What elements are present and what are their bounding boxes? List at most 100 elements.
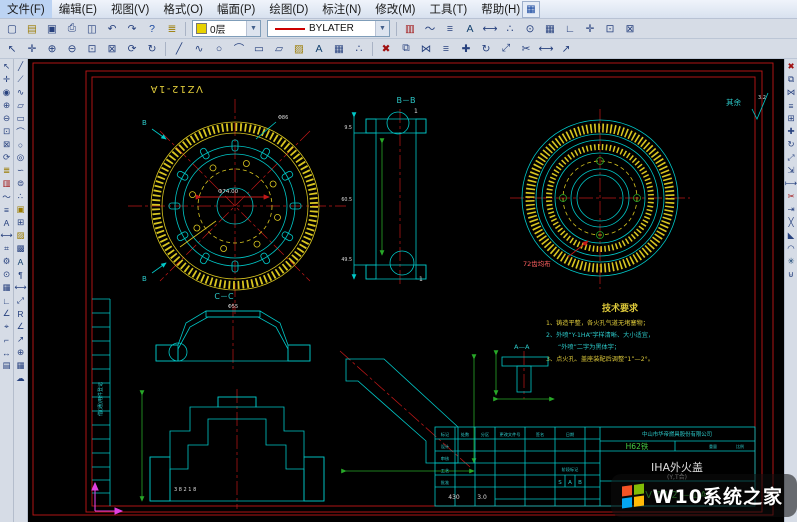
layer-combo[interactable]: 0层 ▼ bbox=[192, 20, 261, 37]
zoom-window-icon[interactable]: ⊡ bbox=[600, 19, 620, 38]
distance-icon[interactable]: ↔ bbox=[0, 346, 13, 359]
break-icon[interactable]: ╳ bbox=[785, 216, 797, 229]
layer-manager-icon[interactable]: ≣ bbox=[162, 19, 182, 38]
menu-modify[interactable]: 修改(M) bbox=[368, 0, 422, 18]
arc-icon[interactable]: ⌒ bbox=[229, 39, 249, 58]
rectangle-icon[interactable]: ▭ bbox=[14, 112, 27, 125]
block-icon[interactable]: ▣ bbox=[14, 203, 27, 216]
redraw-icon[interactable]: ⟳ bbox=[0, 151, 13, 164]
layers-icon[interactable]: ≣ bbox=[0, 164, 13, 177]
select-icon[interactable]: ↖ bbox=[2, 39, 22, 58]
ortho-icon[interactable]: ∟ bbox=[560, 19, 580, 38]
pan-icon[interactable]: ✛ bbox=[22, 39, 42, 58]
zoom-in-icon[interactable]: ⊕ bbox=[42, 39, 62, 58]
polygon-icon[interactable]: ▱ bbox=[269, 39, 289, 58]
regen-icon[interactable]: ↻ bbox=[142, 39, 162, 58]
join-icon[interactable]: ⊍ bbox=[785, 268, 797, 281]
table-icon[interactable]: ▦ bbox=[14, 359, 27, 372]
menu-draw[interactable]: 绘图(D) bbox=[262, 0, 315, 18]
move-icon[interactable]: ✚ bbox=[456, 39, 476, 58]
color-icon[interactable]: ▥ bbox=[0, 177, 13, 190]
units-icon[interactable]: ⌗ bbox=[0, 242, 13, 255]
ucs-icon[interactable]: ⌐ bbox=[0, 333, 13, 346]
rectangle-icon[interactable]: ▭ bbox=[249, 39, 269, 58]
trim-icon[interactable]: ✂ bbox=[516, 39, 536, 58]
polar-icon[interactable]: ∠ bbox=[0, 307, 13, 320]
copy-icon[interactable]: ⧉ bbox=[785, 73, 797, 86]
redo-icon[interactable]: ↷ bbox=[122, 19, 142, 38]
xline-icon[interactable]: ⟋ bbox=[14, 73, 27, 86]
mirror-icon[interactable]: ⋈ bbox=[416, 39, 436, 58]
help-icon[interactable]: ? bbox=[142, 19, 162, 38]
ortho-icon[interactable]: ∟ bbox=[0, 294, 13, 307]
zoom-window-icon[interactable]: ⊡ bbox=[82, 39, 102, 58]
hatch-icon[interactable]: ▨ bbox=[289, 39, 309, 58]
polyline-icon[interactable]: ∿ bbox=[189, 39, 209, 58]
extend-icon[interactable]: ⇥ bbox=[785, 203, 797, 216]
text-icon[interactable]: A bbox=[309, 39, 329, 58]
move-icon[interactable]: ✚ bbox=[785, 125, 797, 138]
erase-icon[interactable]: ✖ bbox=[785, 60, 797, 73]
zoom-extents-icon[interactable]: ⊠ bbox=[620, 19, 640, 38]
chevron-down-icon[interactable]: ▼ bbox=[246, 21, 260, 36]
undo-icon[interactable]: ↶ bbox=[102, 19, 122, 38]
rotate-icon[interactable]: ↻ bbox=[785, 138, 797, 151]
menu-format[interactable]: 格式(O) bbox=[156, 0, 210, 18]
menu-help[interactable]: 帮助(H) bbox=[474, 0, 527, 18]
spline-icon[interactable]: ∽ bbox=[14, 164, 27, 177]
offset-icon[interactable]: ≡ bbox=[785, 99, 797, 112]
ellipse-icon[interactable]: ⊜ bbox=[14, 177, 27, 190]
properties-icon[interactable]: ▤ bbox=[0, 359, 13, 372]
dim-radius-icon[interactable]: R bbox=[14, 307, 27, 320]
zoom-out-icon[interactable]: ⊖ bbox=[62, 39, 82, 58]
zoom-in-icon[interactable]: ⊕ bbox=[0, 99, 13, 112]
osnap-icon[interactable]: ⊙ bbox=[0, 268, 13, 281]
offset-icon[interactable]: ≡ bbox=[436, 39, 456, 58]
zoom-all-icon[interactable]: ⊠ bbox=[102, 39, 122, 58]
menu-tools[interactable]: 工具(T) bbox=[423, 0, 475, 18]
insert-block-icon[interactable]: ⊞ bbox=[14, 216, 27, 229]
rotate-icon[interactable]: ↻ bbox=[476, 39, 496, 58]
trim-icon[interactable]: ✂ bbox=[785, 190, 797, 203]
fillet-icon[interactable]: ◠ bbox=[785, 242, 797, 255]
new-file-icon[interactable]: ▢ bbox=[2, 19, 22, 38]
lengthen-icon[interactable]: ⟼ bbox=[785, 177, 797, 190]
scale-icon[interactable]: ⤢ bbox=[496, 39, 516, 58]
pan-icon[interactable]: ✛ bbox=[0, 73, 13, 86]
leader-icon[interactable]: ↗ bbox=[556, 39, 576, 58]
scale-icon[interactable]: ⤢ bbox=[785, 151, 797, 164]
zoom-window-icon[interactable]: ⊡ bbox=[0, 125, 13, 138]
stretch-icon[interactable]: ⇲ bbox=[785, 164, 797, 177]
print-preview-icon[interactable]: ◫ bbox=[82, 19, 102, 38]
array-icon[interactable]: ⊞ bbox=[785, 112, 797, 125]
menu-view[interactable]: 视图(V) bbox=[104, 0, 156, 18]
copy-icon[interactable]: ⧉ bbox=[396, 39, 416, 58]
circle-icon[interactable]: ○ bbox=[14, 138, 27, 151]
color-picker-icon[interactable]: ▥ bbox=[400, 19, 420, 38]
print-icon[interactable]: ⎙ bbox=[62, 19, 82, 38]
circle-icon[interactable]: ○ bbox=[209, 39, 229, 58]
linetype-manager-icon[interactable]: 〜 bbox=[420, 19, 440, 38]
menu-file[interactable]: 文件(F) bbox=[0, 0, 52, 18]
erase-icon[interactable]: ✖ bbox=[376, 39, 396, 58]
grid-icon[interactable]: ▦ bbox=[540, 19, 560, 38]
table-icon[interactable]: ▦ bbox=[329, 39, 349, 58]
revcloud-icon[interactable]: ☁ bbox=[14, 372, 27, 385]
grid-icon[interactable]: ▦ bbox=[0, 281, 13, 294]
lineweight-icon[interactable]: ≡ bbox=[440, 19, 460, 38]
dim-aligned-icon[interactable]: ⤢ bbox=[14, 294, 27, 307]
menu-sheet[interactable]: 幅面(P) bbox=[210, 0, 262, 18]
leader-icon[interactable]: ↗ bbox=[14, 333, 27, 346]
hatch-icon[interactable]: ▨ bbox=[14, 229, 27, 242]
save-icon[interactable]: ▣ bbox=[42, 19, 62, 38]
track-icon[interactable]: ⌖ bbox=[0, 320, 13, 333]
pan-icon[interactable]: ✛ bbox=[580, 19, 600, 38]
dim-style-icon[interactable]: ⟷ bbox=[0, 229, 13, 242]
tolerance-icon[interactable]: ⊕ bbox=[14, 346, 27, 359]
open-file-icon[interactable]: ▤ bbox=[22, 19, 42, 38]
menu-dimension[interactable]: 标注(N) bbox=[315, 0, 368, 18]
explode-icon[interactable]: ✳ bbox=[785, 255, 797, 268]
text-style-icon[interactable]: A bbox=[460, 19, 480, 38]
polyline-icon[interactable]: ∿ bbox=[14, 86, 27, 99]
mtext-icon[interactable]: ¶ bbox=[14, 268, 27, 281]
